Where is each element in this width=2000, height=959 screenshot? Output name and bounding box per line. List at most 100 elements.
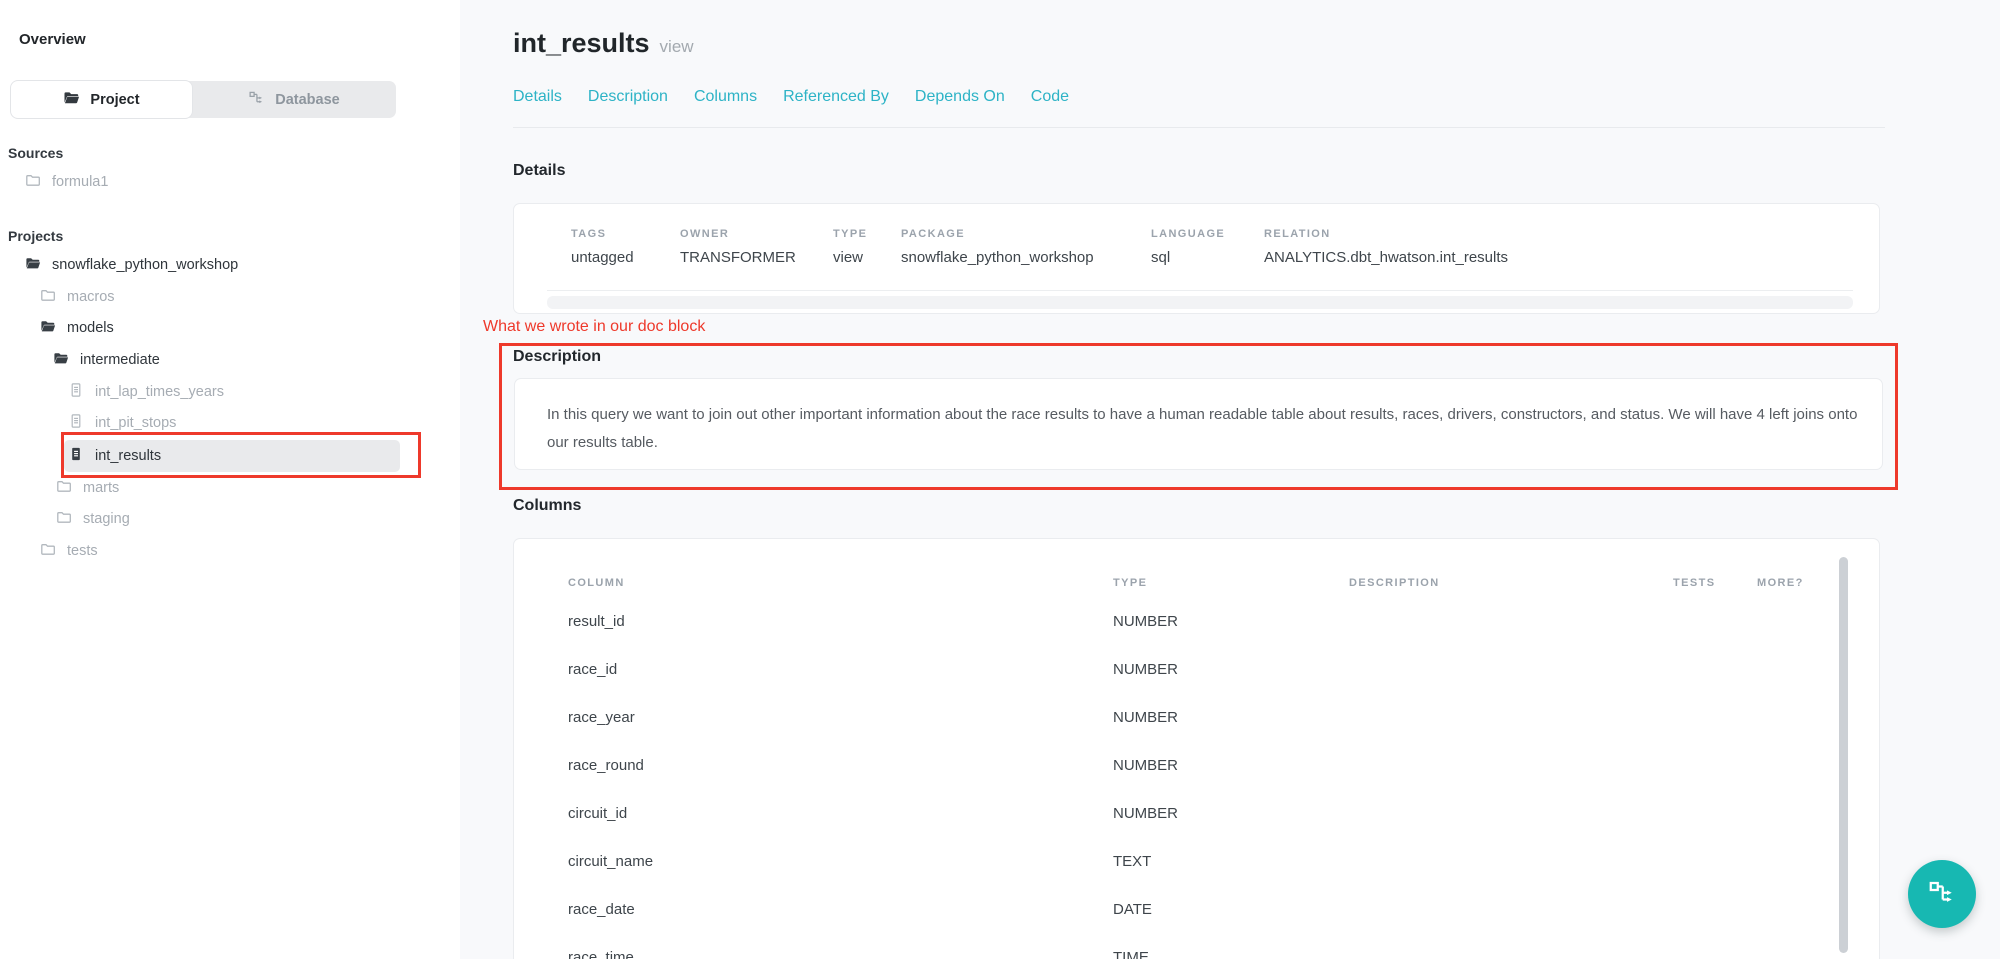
details-card: TAGS untagged OWNER TRANSFORMER TYPE vie… [513,203,1880,314]
overview-heading: Overview [19,31,86,48]
table-row-race-time[interactable]: race_time TIME [514,949,1834,959]
column-header-type: TYPE [1113,577,1147,589]
lineage-tree-icon [248,89,265,111]
toggle-database-button[interactable]: Database [192,81,396,118]
field-label: PACKAGE [901,228,1094,240]
projects-header: Projects [8,228,63,244]
sidebar-item-formula1[interactable]: formula1 [25,166,108,198]
field-label: TAGS [571,228,634,240]
field-package: PACKAGE snowflake_python_workshop [901,228,1094,266]
view-mode-toggle: Project Database [11,81,396,118]
field-language: LANGUAGE sql [1151,228,1225,266]
field-value: TRANSFORMER [680,249,796,266]
dbt-docs-page: Overview Project Database Sources formul… [0,0,2000,959]
toggle-project-button[interactable]: Project [11,81,192,118]
column-type: NUMBER [1113,661,1178,678]
field-label: OWNER [680,228,796,240]
sidebar-item-label: intermediate [80,352,160,368]
lineage-tree-icon [1927,877,1957,912]
description-card: In this query we want to join out other … [514,378,1883,470]
field-value: view [833,249,867,266]
toggle-project-label: Project [90,92,139,108]
sidebar-item-models[interactable]: models [40,312,114,344]
column-header-column: COLUMN [568,577,625,589]
column-type: DATE [1113,901,1152,918]
column-name: circuit_name [568,853,653,870]
column-type: TEXT [1113,853,1151,870]
tab-code[interactable]: Code [1031,88,1069,106]
field-label: RELATION [1264,228,1508,240]
field-type: TYPE view [833,228,867,266]
details-section-title: Details [513,162,565,180]
column-name: circuit_id [568,805,627,822]
tab-depends-on[interactable]: Depends On [915,88,1005,106]
field-owner: OWNER TRANSFORMER [680,228,796,266]
field-value: ANALYTICS.dbt_hwatson.int_results [1264,249,1508,266]
column-type: NUMBER [1113,757,1178,774]
column-name: race_year [568,709,635,726]
column-header-description: DESCRIPTION [1349,577,1440,589]
document-filled-icon [68,446,84,467]
field-value: snowflake_python_workshop [901,249,1094,266]
sidebar-item-int-pit-stops[interactable]: int_pit_stops [68,407,176,439]
sidebar-item-label: tests [67,543,98,559]
field-value: untagged [571,249,634,266]
folder-icon [40,287,56,308]
sidebar-item-label: macros [67,289,115,305]
columns-vertical-scrollbar[interactable] [1839,557,1848,953]
sidebar-item-label: int_lap_times_years [95,384,224,400]
table-row-circuit-name[interactable]: circuit_name TEXT [514,853,1834,887]
table-row-result-id[interactable]: result_id NUMBER [514,613,1834,647]
folder-icon [56,478,72,499]
sidebar-item-tests[interactable]: tests [40,535,98,567]
tab-bar: Details Description Columns Referenced B… [513,88,1069,106]
column-name: race_round [568,757,644,774]
folder-icon [40,541,56,562]
sidebar-item-intermediate[interactable]: intermediate [53,344,160,376]
columns-section-title: Columns [513,497,581,515]
folder-open-icon [40,318,56,339]
description-section-title: Description [513,348,601,366]
field-label: TYPE [833,228,867,240]
columns-card: COLUMN TYPE DESCRIPTION TESTS MORE? resu… [513,538,1880,959]
tab-referenced-by[interactable]: Referenced By [783,88,889,106]
sidebar-item-label: snowflake_python_workshop [52,257,238,273]
sidebar-item-staging[interactable]: staging [56,503,130,535]
column-name: race_time [568,949,634,959]
sidebar-item-int-results[interactable]: int_results [68,440,161,472]
column-name: result_id [568,613,625,630]
column-name: race_date [568,901,635,918]
sidebar-item-int-lap-times-years[interactable]: int_lap_times_years [68,376,224,408]
tab-columns[interactable]: Columns [694,88,757,106]
field-value: sql [1151,249,1225,266]
folder-icon [56,509,72,530]
table-row-race-round[interactable]: race_round NUMBER [514,757,1834,791]
sidebar-item-label: int_pit_stops [95,415,176,431]
table-row-circuit-id[interactable]: circuit_id NUMBER [514,805,1834,839]
sidebar-item-label: models [67,320,114,336]
document-icon [68,382,84,403]
column-header-tests: TESTS [1673,577,1715,589]
annotation-text: What we wrote in our doc block [483,318,705,336]
table-row-race-id[interactable]: race_id NUMBER [514,661,1834,695]
model-type-label: view [660,37,694,57]
column-type: TIME [1113,949,1149,959]
column-header-more: MORE? [1757,577,1804,589]
details-horizontal-scrollbar[interactable] [547,296,1853,309]
column-name: race_id [568,661,617,678]
folder-icon [25,172,41,193]
sidebar-item-macros[interactable]: macros [40,281,115,313]
tab-description[interactable]: Description [588,88,668,106]
column-type: NUMBER [1113,805,1178,822]
sources-header: Sources [8,145,63,161]
page-title: int_results view [513,28,694,59]
sidebar-item-marts[interactable]: marts [56,472,119,504]
lineage-graph-button[interactable] [1908,860,1976,928]
tab-details[interactable]: Details [513,88,562,106]
sidebar-item-label: int_results [95,448,161,464]
table-row-race-year[interactable]: race_year NUMBER [514,709,1834,743]
folder-icon [63,89,80,111]
sidebar-item-snowflake-python-workshop[interactable]: snowflake_python_workshop [25,249,238,281]
table-row-race-date[interactable]: race_date DATE [514,901,1834,935]
field-tags: TAGS untagged [571,228,634,266]
